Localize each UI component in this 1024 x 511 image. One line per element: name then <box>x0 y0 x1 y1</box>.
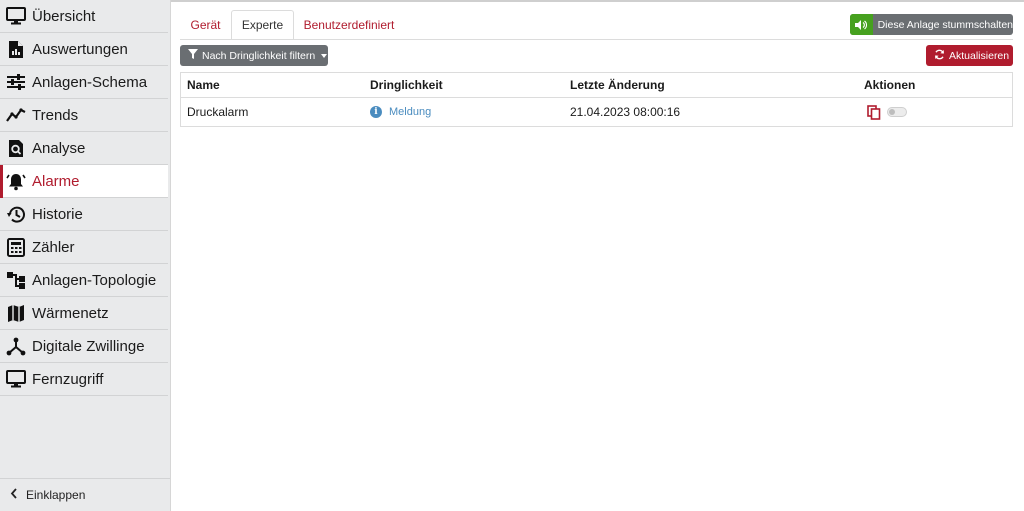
sidebar-item-label: Anlagen-Topologie <box>32 271 157 289</box>
sidebar-item-label: Digitale Zwillinge <box>32 337 145 355</box>
sidebar-item-label: Auswertungen <box>32 40 128 58</box>
table-row[interactable]: Druckalarm i Meldung 21.04.2023 08:00:16 <box>181 97 1012 126</box>
refresh-icon <box>934 49 945 63</box>
copy-icon[interactable] <box>867 104 881 120</box>
magnifier-document-icon <box>6 138 26 158</box>
alarm-name: Druckalarm <box>187 105 249 119</box>
collapse-sidebar-button[interactable]: Einklappen <box>0 478 170 511</box>
sidebar-item-fernzugriff[interactable]: Fernzugriff <box>0 363 168 396</box>
history-icon <box>6 204 26 224</box>
refresh-button[interactable]: Aktualisieren <box>926 45 1013 66</box>
mute-installation-button[interactable]: Diese Anlage stummschalten <box>850 14 1013 35</box>
sidebar-item-zaehler[interactable]: Zähler <box>0 231 168 264</box>
severity-label[interactable]: Meldung <box>389 106 431 118</box>
sidebar-item-label: Alarme <box>32 172 80 190</box>
calculator-icon <box>6 237 26 257</box>
sidebar-item-label: Analyse <box>32 139 86 157</box>
sidebar-item-auswertungen[interactable]: Auswertungen <box>0 33 168 66</box>
sidebar-item-historie[interactable]: Historie <box>0 198 168 231</box>
column-header-severity[interactable]: Dringlichkeit <box>370 73 443 97</box>
sidebar-item-analyse[interactable]: Analyse <box>0 132 168 165</box>
column-header-actions: Aktionen <box>864 78 916 92</box>
network-branch-icon <box>6 336 26 356</box>
alarm-mute-toggle[interactable] <box>887 107 907 117</box>
sidebar-item-label: Anlagen-Schema <box>32 73 148 91</box>
monitor-icon <box>6 6 26 26</box>
sidebar-item-anlagen-topologie[interactable]: Anlagen-Topologie <box>0 264 168 297</box>
document-chart-icon <box>6 39 26 59</box>
sidebar: Übersicht Auswertungen Anlagen-Schema Tr… <box>0 0 171 511</box>
bell-ringing-icon <box>6 171 26 191</box>
sidebar-item-label: Zähler <box>32 238 75 256</box>
table-header: Name Dringlichkeit Letzte Änderung Aktio… <box>181 73 1012 97</box>
column-header-last-change[interactable]: Letzte Änderung <box>570 73 665 97</box>
tab-benutzerdefiniert[interactable]: Benutzerdefiniert <box>294 10 404 40</box>
tab-experte[interactable]: Experte <box>231 10 294 40</box>
trend-line-icon <box>6 105 26 125</box>
alarms-table: Name Dringlichkeit Letzte Änderung Aktio… <box>180 72 1013 127</box>
info-icon: i <box>370 106 382 118</box>
severity-filter-dropdown[interactable]: Nach Dringlichkeit filtern <box>180 45 328 66</box>
sidebar-item-label: Übersicht <box>32 7 96 25</box>
severity-cell: i Meldung <box>370 98 431 126</box>
tab-divider <box>180 39 1013 40</box>
tab-geraet[interactable]: Gerät <box>180 10 231 40</box>
sidebar-item-label: Trends <box>32 106 79 124</box>
sidebar-item-label: Historie <box>32 205 83 223</box>
filter-button-label: Nach Dringlichkeit filtern <box>202 49 316 62</box>
monitor-icon <box>6 369 26 389</box>
refresh-button-label: Aktualisieren <box>949 49 1010 62</box>
sidebar-item-label: Fernzugriff <box>32 370 104 388</box>
sidebar-item-trends[interactable]: Trends <box>0 99 168 132</box>
topology-icon <box>6 270 26 290</box>
sidebar-item-waermenetz[interactable]: Wärmenetz <box>0 297 168 330</box>
map-icon <box>6 303 26 323</box>
chevron-left-icon <box>10 488 18 502</box>
sidebar-item-uebersicht[interactable]: Übersicht <box>0 0 168 33</box>
collapse-label: Einklappen <box>26 488 86 502</box>
actions-cell <box>867 98 907 126</box>
sidebar-item-anlagen-schema[interactable]: Anlagen-Schema <box>0 66 168 99</box>
toggle-knob <box>889 109 895 115</box>
sidebar-item-alarme[interactable]: Alarme <box>0 165 168 198</box>
sidebar-item-digitale-zwillinge[interactable]: Digitale Zwillinge <box>0 330 168 363</box>
alarm-last-change: 21.04.2023 08:00:16 <box>570 105 681 119</box>
caret-down-icon <box>321 53 328 58</box>
sliders-icon <box>6 72 26 92</box>
column-header-name[interactable]: Name <box>187 73 220 97</box>
mute-button-label: Diese Anlage stummschalten <box>877 18 1013 31</box>
speaker-icon <box>850 14 873 35</box>
filter-icon <box>188 49 198 62</box>
sidebar-item-label: Wärmenetz <box>32 304 109 322</box>
